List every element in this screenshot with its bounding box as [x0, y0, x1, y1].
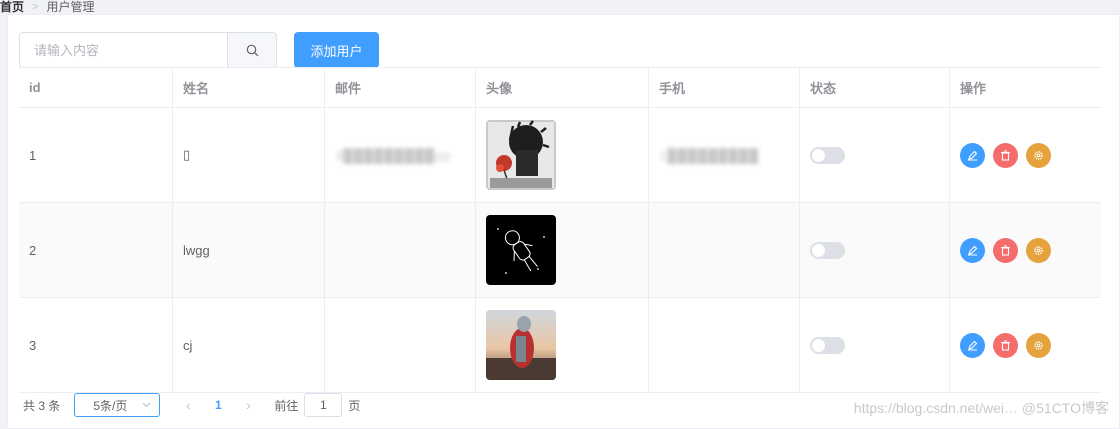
edit-icon: [968, 150, 978, 160]
pagination: 共 3 条 5条/页 ‹ 1 › 前往 页: [23, 393, 360, 417]
status-switch[interactable]: [810, 241, 845, 259]
table-row: 1 ▯ 3█████████pp 1█████████: [19, 108, 1101, 203]
settings-icon: [1034, 245, 1043, 255]
delete-button[interactable]: [993, 237, 1018, 263]
delete-icon: [1001, 245, 1010, 256]
column-header-email: 邮件: [325, 68, 476, 107]
breadcrumb-separator: >: [32, 1, 39, 13]
delete-button[interactable]: [993, 142, 1018, 168]
avatar-astronaut-sketch: [486, 215, 556, 285]
search-input[interactable]: [20, 33, 227, 67]
delete-icon: [1001, 150, 1010, 161]
cell-name: ▯: [173, 108, 325, 202]
page-size-value: 5条/页: [93, 398, 128, 413]
delete-button[interactable]: [993, 332, 1018, 358]
search-box: [19, 32, 277, 68]
table-row: 3 cj: [19, 298, 1101, 393]
settings-button[interactable]: [1026, 237, 1051, 263]
add-user-button[interactable]: 添加用户: [294, 32, 379, 68]
goto-label: 前往: [274, 398, 299, 413]
page-size-select[interactable]: 5条/页: [74, 393, 161, 417]
column-header-avatar: 头像: [476, 68, 649, 107]
delete-icon: [1001, 340, 1010, 351]
pagination-total: 共 3 条: [23, 398, 61, 413]
switch-knob: [812, 338, 825, 352]
breadcrumb-home[interactable]: 首页: [0, 0, 24, 14]
edit-icon: [968, 340, 978, 350]
settings-button[interactable]: [1026, 332, 1051, 358]
edit-button[interactable]: [960, 142, 985, 168]
goto-suffix: 页: [348, 398, 361, 413]
prev-page-button[interactable]: ‹: [176, 397, 200, 413]
switch-knob: [812, 243, 825, 257]
column-header-phone: 手机: [649, 68, 800, 107]
switch-knob: [812, 148, 825, 162]
cell-name: cj: [173, 298, 325, 392]
column-header-id: id: [19, 68, 173, 107]
watermark: https://blog.csdn.net/wei… @51CTO博客: [853, 400, 1109, 416]
column-header-actions: 操作: [960, 81, 987, 96]
content-card: 添加用户 id 姓名 邮件 头像 手机 状态 操作 1 ▯ 3█████████…: [7, 14, 1120, 429]
edit-icon: [968, 245, 978, 255]
cell-phone: 1█████████: [659, 147, 760, 163]
settings-button[interactable]: [1026, 142, 1051, 168]
user-table: id 姓名 邮件 头像 手机 状态 操作 1 ▯ 3█████████pp 1█…: [19, 67, 1101, 393]
cell-name: lwgg: [173, 203, 325, 297]
avatar-ultraman-sunset: [486, 310, 556, 380]
search-icon: [246, 44, 258, 56]
page-number-current[interactable]: 1: [200, 398, 236, 412]
edit-button[interactable]: [960, 332, 985, 358]
status-switch[interactable]: [810, 336, 845, 354]
breadcrumb: 首页 > 用户管理: [0, 0, 94, 14]
cell-id: 2: [19, 203, 173, 297]
cell-id: 1: [19, 108, 173, 202]
status-switch[interactable]: [810, 146, 845, 164]
settings-icon: [1034, 340, 1043, 350]
cell-id: 3: [19, 298, 173, 392]
goto-page-input[interactable]: [304, 393, 343, 417]
table-row: 2 lwgg: [19, 203, 1101, 298]
chevron-down-icon: [142, 402, 151, 408]
column-header-status: 状态: [800, 68, 950, 107]
settings-icon: [1034, 150, 1043, 160]
edit-button[interactable]: [960, 237, 985, 263]
avatar-boy-rose: [486, 120, 556, 190]
table-header: id 姓名 邮件 头像 手机 状态 操作: [19, 68, 1101, 108]
column-header-name: 姓名: [173, 68, 325, 107]
next-page-button[interactable]: ›: [236, 397, 260, 413]
cell-email: 3█████████pp: [335, 147, 452, 163]
breadcrumb-current: 用户管理: [46, 0, 95, 14]
search-button[interactable]: [227, 33, 276, 67]
